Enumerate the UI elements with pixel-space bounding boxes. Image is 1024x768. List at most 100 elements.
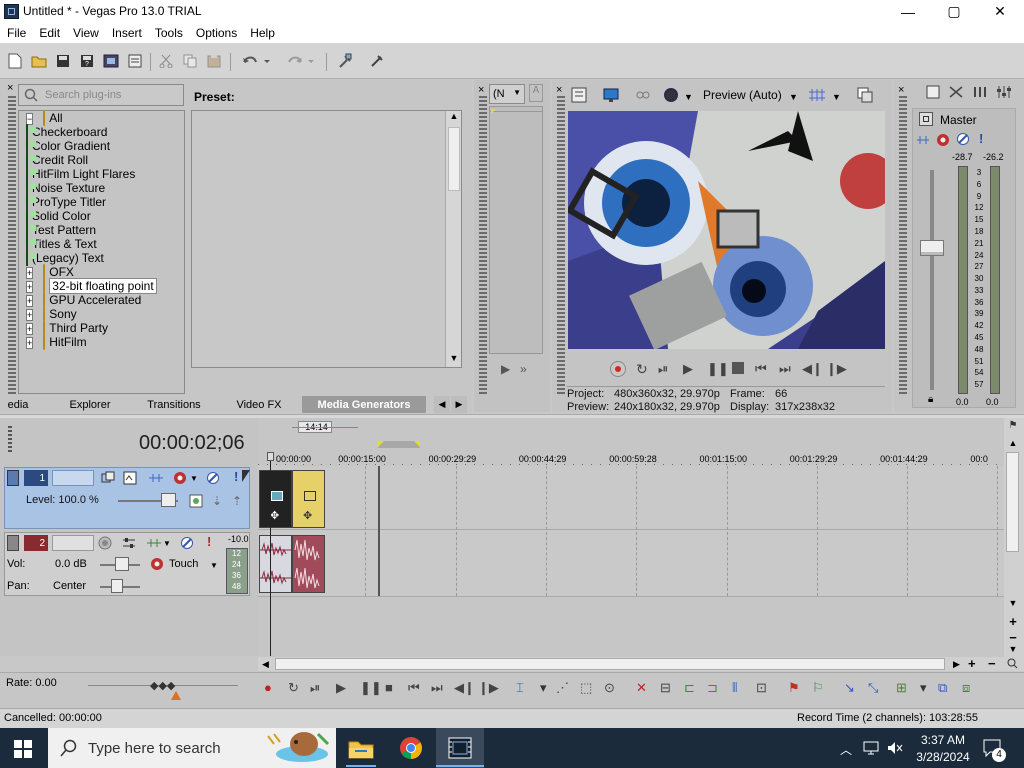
pause-icon[interactable]: ❚❚ — [360, 680, 382, 696]
minimize-button[interactable]: — — [885, 0, 931, 23]
master-properties-icon[interactable] — [925, 84, 941, 100]
video-track-minimize-icon[interactable] — [7, 470, 19, 486]
save-icon[interactable] — [54, 52, 72, 70]
render-icon[interactable] — [102, 52, 120, 70]
video-track-name[interactable] — [52, 470, 94, 486]
lock-envelopes-icon[interactable]: ⧈ — [962, 680, 970, 696]
timeline-grip[interactable] — [8, 426, 12, 452]
cut-icon[interactable] — [157, 52, 175, 70]
cursor-icon[interactable] — [368, 52, 386, 70]
video-solo-icon[interactable]: ! — [234, 469, 238, 484]
split-screen-icon[interactable] — [662, 86, 680, 104]
pan-slider[interactable] — [111, 579, 123, 593]
video-event-1[interactable]: ✥ — [259, 470, 292, 528]
video-track-lane[interactable] — [258, 466, 1004, 530]
video-fx-icon[interactable] — [634, 86, 652, 104]
stop-icon[interactable] — [732, 362, 744, 374]
zoom-out-horizontal-icon[interactable]: − — [988, 656, 996, 671]
go-to-end-icon[interactable]: ⏭ — [431, 680, 443, 696]
show-hidden-icons[interactable]: ︿ — [840, 741, 852, 758]
master-lock-icon[interactable]: 🔒︎ — [928, 394, 933, 405]
menu-view[interactable]: View — [66, 26, 105, 40]
trimmer-more-icon[interactable]: » — [520, 362, 527, 376]
enable-snapping-icon[interactable] — [336, 52, 354, 70]
open-icon[interactable] — [30, 52, 48, 70]
audio-track-lane[interactable] — [258, 531, 1004, 597]
loop-icon[interactable]: ↻ — [288, 680, 299, 696]
preview-quality-dropdown[interactable]: Preview (Auto) — [703, 88, 782, 102]
tree-folder[interactable]: + Sony — [26, 306, 186, 322]
audio-fx-icon[interactable] — [122, 536, 136, 550]
master-solo-icon[interactable]: ! — [979, 131, 983, 146]
move-down-icon[interactable]: ⇣ — [212, 494, 222, 508]
close-master-icon[interactable]: × — [898, 84, 904, 96]
tree-plugin[interactable]: Checkerboard — [26, 124, 186, 140]
hscroll-right-icon[interactable]: ▶ — [953, 659, 960, 670]
audio-event-2[interactable] — [292, 535, 325, 593]
video-event-2[interactable]: ✥ — [292, 470, 325, 528]
stop-icon[interactable]: ■ — [385, 680, 393, 695]
play-icon[interactable]: ▶ — [683, 361, 693, 377]
audio-automation-icon[interactable] — [150, 557, 164, 571]
expand-icon[interactable]: + — [26, 281, 34, 293]
tree-plugin[interactable]: ProType Titler — [26, 194, 186, 210]
preset-list[interactable] — [191, 110, 462, 368]
loop-playback-icon[interactable]: ↻ — [636, 361, 648, 378]
master-automation-icon[interactable] — [935, 132, 951, 148]
audio-track-name[interactable] — [52, 535, 94, 551]
snapping-icon[interactable]: ↘ — [844, 680, 855, 696]
undo-icon[interactable] — [241, 52, 273, 70]
previous-frame-icon[interactable]: ◀❙ — [454, 680, 475, 696]
zoom-in-vertical-icon[interactable]: + — [1006, 614, 1020, 629]
close-button[interactable]: ✕ — [977, 0, 1023, 23]
vol-slider[interactable] — [115, 557, 129, 571]
timecode-display[interactable]: 00:00:02;06 — [139, 432, 245, 455]
track-motion-icon[interactable] — [101, 471, 115, 485]
video-automation-icon[interactable] — [172, 470, 188, 486]
overlays-dropdown-icon[interactable]: ▼ — [832, 92, 841, 102]
redo-icon[interactable] — [285, 52, 317, 70]
audio-solo-icon[interactable]: ! — [207, 534, 211, 549]
preset-scrollbar[interactable]: ▲ ▼ — [445, 111, 461, 367]
split-screen-dropdown-icon[interactable]: ▼ — [684, 92, 693, 102]
master-strip-icon[interactable] — [919, 112, 933, 126]
playhead-handle[interactable] — [267, 452, 274, 461]
preview-quality-arrow-icon[interactable]: ▼ — [789, 92, 798, 102]
external-monitor-icon[interactable] — [602, 86, 620, 104]
expand-icon[interactable]: + — [26, 323, 34, 335]
tree-folder[interactable]: + Third Party — [26, 320, 186, 336]
video-mute-icon[interactable] — [206, 471, 220, 485]
chrome-icon[interactable] — [399, 736, 423, 760]
volume-muted-icon[interactable] — [886, 740, 904, 756]
file-explorer-icon[interactable] — [347, 736, 375, 760]
next-frame-icon[interactable]: ❙▶ — [826, 361, 847, 377]
downmix-icon[interactable] — [948, 84, 964, 100]
record-icon[interactable]: ● — [264, 680, 272, 695]
auto-ripple-icon[interactable]: ⤡ — [868, 680, 878, 696]
zoom-edit-tool-icon[interactable]: ⊙ — [604, 680, 615, 696]
zoom-out-vertical-icon[interactable]: − — [1006, 630, 1020, 645]
loop-start-marker[interactable] — [378, 441, 384, 447]
tree-folder[interactable]: +32-bit floating point — [26, 278, 186, 294]
master-mute-icon[interactable] — [956, 132, 970, 146]
trim-start-icon[interactable]: ⊏ — [684, 680, 695, 696]
maximize-button[interactable]: ▢ — [931, 0, 977, 23]
marker-flag-icon[interactable]: ⚑ — [1006, 420, 1020, 434]
automation-mode-dropdown-icon[interactable]: ▼ — [210, 561, 218, 570]
tab-transitions[interactable]: Transitions — [138, 396, 210, 413]
trimmer-dropdown[interactable]: (N ▼ — [489, 84, 525, 104]
tree-plugin[interactable]: (Legacy) Text — [26, 250, 186, 266]
previous-frame-icon[interactable]: ◀❙ — [802, 361, 823, 377]
expand-icon[interactable]: + — [26, 309, 34, 321]
copy-icon[interactable] — [181, 52, 199, 70]
zoom-tool-icon[interactable] — [1007, 658, 1018, 669]
go-to-start-icon[interactable]: ⏮ — [755, 361, 767, 377]
tree-plugin[interactable]: Color Gradient — [26, 138, 186, 154]
auto-crossfade-icon[interactable]: ⧉ — [938, 680, 947, 696]
audio-bus-dropdown-icon[interactable]: ▼ — [163, 539, 171, 548]
audio-event-1[interactable] — [259, 535, 292, 593]
close-panel-icon[interactable]: × — [7, 82, 15, 94]
tree-plugin[interactable]: Test Pattern — [26, 222, 186, 238]
trim-end-icon[interactable]: ⊐ — [707, 680, 718, 696]
network-icon[interactable] — [862, 740, 880, 756]
